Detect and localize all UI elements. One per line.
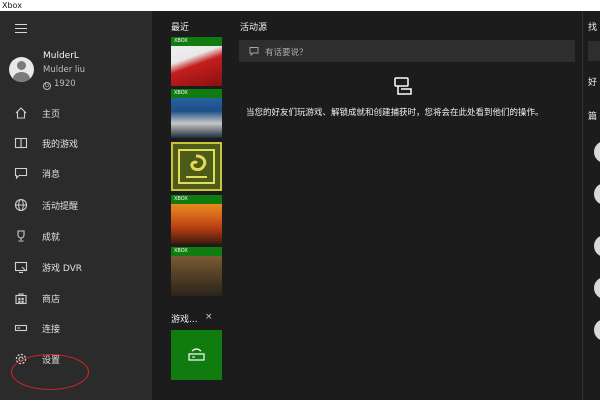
- nav-item-messages[interactable]: 消息: [0, 161, 152, 185]
- nav-item-home[interactable]: 主页: [0, 101, 152, 125]
- gamerscore: G 1920: [43, 79, 76, 90]
- gamerscore-value: 1920: [54, 79, 76, 89]
- messages-icon: [14, 167, 28, 180]
- xbox-badge: XBOX: [171, 37, 222, 46]
- hamburger-menu-icon[interactable]: [15, 24, 27, 33]
- xbox-badge: XBOX: [171, 195, 222, 204]
- comment-icon: [249, 47, 259, 56]
- friends-column-title: 找: [588, 23, 598, 33]
- recent-game-tile[interactable]: XBOX: [171, 195, 222, 244]
- friends-label: 好: [588, 78, 598, 88]
- store-icon: [15, 293, 27, 305]
- post-input[interactable]: 有话要说？: [239, 40, 575, 62]
- connect-icon: [14, 324, 28, 332]
- post-placeholder: 有话要说？: [265, 48, 308, 58]
- nav-label-activity-alerts: 活动提醒: [42, 202, 79, 212]
- feed-title: 活动源: [240, 23, 268, 33]
- profile-card[interactable]: MulderL Mulder liu G 1920: [9, 49, 149, 95]
- feed-empty-message: 当您的好友们玩游戏、解锁成就和创建捕获时，您将会在此处看到他们的操作。: [246, 108, 544, 118]
- nav-item-connect[interactable]: 连接: [0, 316, 152, 340]
- activity-feed: 活动源 有话要说？ 当您的好友们玩游戏、解锁成就和创建捕获时，您将会在此处看到他…: [232, 11, 582, 400]
- nav-label-my-games: 我的游戏: [42, 140, 79, 150]
- friend-avatar[interactable]: [594, 235, 600, 257]
- nav-item-store[interactable]: 商店: [0, 286, 152, 310]
- nav-label-connect: 连接: [42, 325, 61, 335]
- dvr-icon: [14, 261, 28, 274]
- friend-avatar[interactable]: [594, 319, 600, 341]
- gamerscore-icon: G: [43, 82, 51, 90]
- recent-game-tile[interactable]: XBOX: [171, 247, 222, 296]
- pinned-tile[interactable]: [171, 330, 222, 380]
- game-logo-icon: [178, 149, 215, 184]
- nav-item-game-dvr[interactable]: 游戏 DVR: [0, 255, 152, 279]
- home-icon: [15, 107, 27, 119]
- nav-label-home: 主页: [42, 110, 61, 120]
- friends-sub-label: 篇: [588, 112, 598, 122]
- window-title: Xbox: [0, 0, 600, 11]
- globe-icon: [14, 198, 28, 212]
- gamertag: MulderL: [43, 51, 79, 61]
- avatar: [9, 57, 34, 82]
- nav-item-achievements[interactable]: 成就: [0, 224, 152, 248]
- recent-game-tile[interactable]: XBOX: [171, 89, 222, 138]
- real-name: Mulder liu: [43, 65, 86, 75]
- sidebar: MulderL Mulder liu G 1920 主页 我的游戏 消息 活动提醒…: [0, 11, 152, 400]
- recent-game-tile[interactable]: [171, 142, 222, 191]
- xbox-badge: XBOX: [171, 89, 222, 98]
- friends-search-box[interactable]: [588, 41, 600, 61]
- friend-avatar[interactable]: [594, 183, 600, 205]
- activity-feed-icon: [394, 77, 412, 95]
- nav-label-store: 商店: [42, 295, 61, 305]
- highlight-circle: [11, 354, 89, 390]
- nav-item-my-games[interactable]: 我的游戏: [0, 131, 152, 155]
- console-icon: [188, 348, 205, 361]
- friend-avatar[interactable]: [594, 141, 600, 163]
- my-games-icon: [14, 137, 28, 149]
- nav-item-activity-alerts[interactable]: 活动提醒: [0, 193, 152, 217]
- trophy-icon: [17, 230, 25, 242]
- recent-game-tile[interactable]: XBOX: [171, 37, 222, 86]
- recent-column: 最近 XBOX XBOX XBOX XBOX 游戏... ×: [152, 11, 232, 400]
- pinned-section-title: 游戏...: [171, 315, 198, 325]
- friends-column: 找 好 篇: [582, 11, 600, 400]
- nav-label-messages: 消息: [42, 170, 61, 180]
- nav-label-game-dvr: 游戏 DVR: [42, 264, 83, 274]
- xbox-badge: XBOX: [171, 247, 222, 256]
- friend-avatar[interactable]: [594, 277, 600, 299]
- recent-title: 最近: [171, 23, 190, 33]
- nav-label-achievements: 成就: [42, 233, 61, 243]
- pinned-close-button[interactable]: ×: [205, 312, 213, 322]
